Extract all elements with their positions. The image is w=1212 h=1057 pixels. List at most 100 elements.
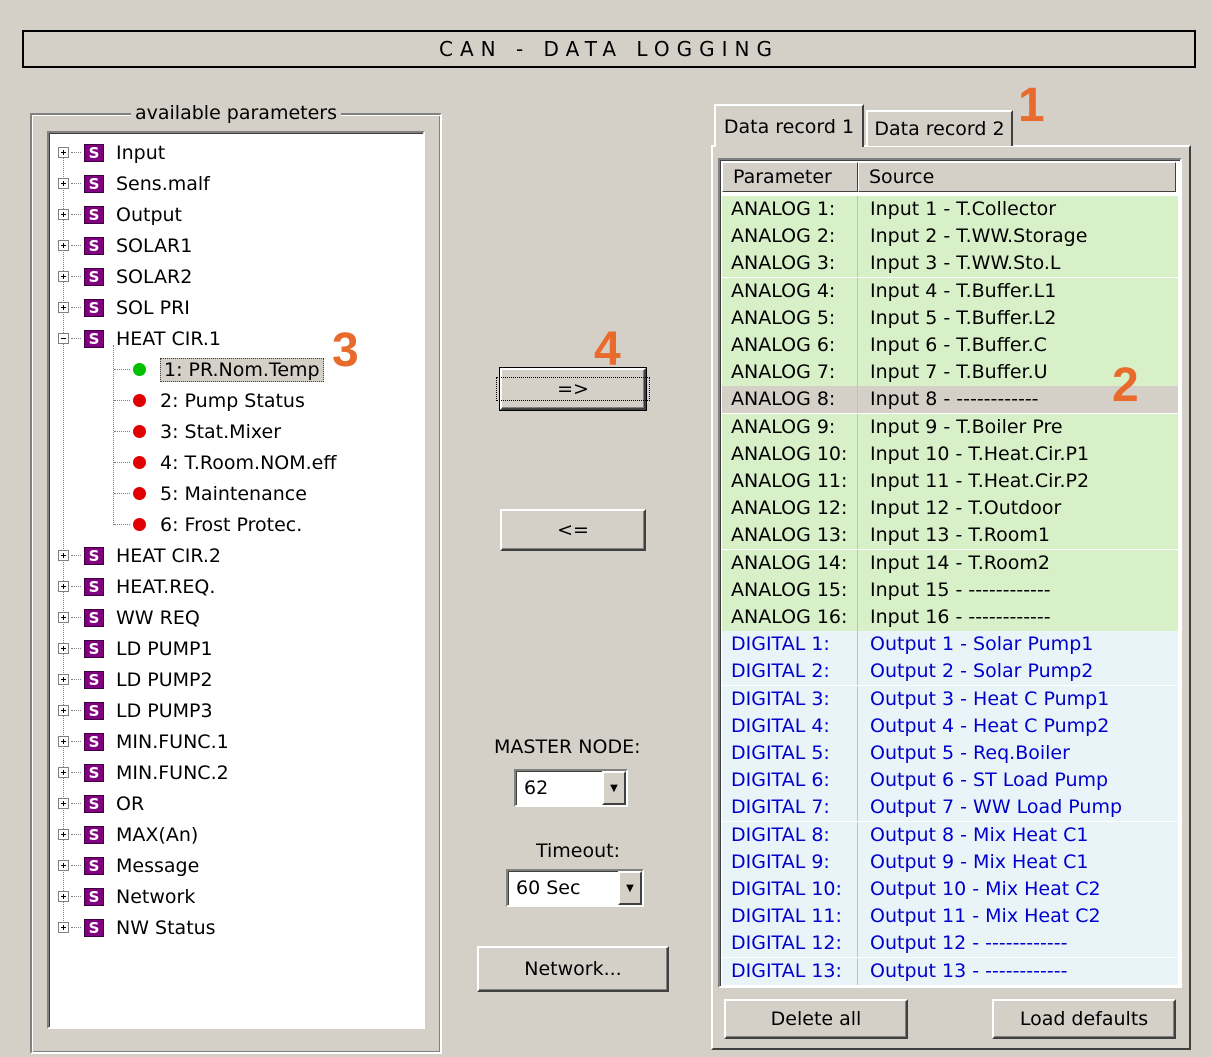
tree-node[interactable]: S SOLAR1 [58,230,192,261]
tree-node[interactable]: S LD PUMP2 [58,664,213,695]
list-row[interactable]: ANALOG 14: Input 14 - T.Room2 [722,549,1178,577]
expand-icon[interactable] [58,209,69,220]
list-row[interactable]: DIGITAL 4: Output 4 - Heat C Pump2 [722,712,1178,740]
expand-icon[interactable] [58,736,69,747]
load-defaults-button[interactable]: Load defaults [992,999,1176,1039]
list-row[interactable]: DIGITAL 10: Output 10 - Mix Heat C2 [722,876,1178,903]
tree-child-item[interactable]: 6: Frost Protec. [114,509,302,540]
tree-node[interactable]: S HEAT CIR.2 [58,540,221,571]
list-row[interactable]: ANALOG 3: Input 3 - T.WW.Sto.L [722,250,1178,278]
tab-data-record-2[interactable]: Data record 2 [866,110,1013,146]
tree-connector [114,369,130,370]
add-parameter-button[interactable]: => [496,367,650,411]
parameter-cell: ANALOG 1: [731,198,836,220]
tree-connector [71,307,81,308]
tree-node[interactable]: S SOLAR2 [58,261,192,292]
parameter-column: ANALOG 2: [722,223,858,251]
tree-node[interactable]: S Network [58,881,195,912]
list-row[interactable]: ANALOG 6: Input 6 - T.Buffer.C [722,332,1178,359]
tree-child-item[interactable]: 5: Maintenance [114,478,307,509]
expand-icon[interactable] [58,860,69,871]
list-row[interactable]: DIGITAL 1: Output 1 - Solar Pump1 [722,631,1178,659]
expand-icon[interactable] [58,240,69,251]
tree-node-label: HEAT.REQ. [116,575,216,598]
expand-icon[interactable] [58,178,69,189]
tree-child-item[interactable]: 1: PR.Nom.Temp [114,354,324,385]
tree-node[interactable]: S OR [58,788,144,819]
expand-icon[interactable] [58,767,69,778]
list-row[interactable]: ANALOG 5: Input 5 - T.Buffer.L2 [722,304,1178,332]
list-row[interactable]: ANALOG 16: Input 16 - ------------ [722,604,1178,631]
tree-node[interactable]: S MIN.FUNC.1 [58,726,229,757]
tree-node-label: MAX(An) [116,823,199,846]
tree-node[interactable]: S Output [58,199,182,230]
list-row[interactable]: ANALOG 11: Input 11 - T.Heat.Cir.P2 [722,468,1178,495]
list-row[interactable]: ANALOG 1: Input 1 - T.Collector [722,196,1178,223]
tree-child-item[interactable]: 3: Stat.Mixer [114,416,281,447]
tree-node[interactable]: S SOL PRI [58,292,190,323]
column-header-source[interactable]: Source [858,162,1176,192]
expand-icon[interactable] [58,147,69,158]
tree-node[interactable]: S WW REQ [58,602,200,633]
parameter-tree[interactable]: S Input S Sens.malf S Output S SOLAR1 S SOLAR2 S SO… [47,131,425,1029]
network-button[interactable]: Network... [477,946,669,992]
expand-icon[interactable] [58,612,69,623]
tree-node[interactable]: S MIN.FUNC.2 [58,757,229,788]
list-row[interactable]: ANALOG 9: Input 9 - T.Boiler Pre [722,413,1178,441]
list-row[interactable]: ANALOG 7: Input 7 - T.Buffer.U [722,359,1178,387]
data-record-list[interactable]: Parameter Source ANALOG 1: Input 1 - T.Co… [718,158,1182,988]
expand-icon[interactable] [58,271,69,282]
list-row[interactable]: ANALOG 2: Input 2 - T.WW.Storage [722,223,1178,251]
remove-parameter-button[interactable]: <= [500,509,646,551]
list-row[interactable]: DIGITAL 9: Output 9 - Mix Heat C1 [722,848,1178,876]
list-row[interactable]: ANALOG 10: Input 10 - T.Heat.Cir.P1 [722,440,1178,468]
list-row[interactable]: DIGITAL 7: Output 7 - WW Load Pump [722,794,1178,822]
list-row[interactable]: DIGITAL 13: Output 13 - ------------ [722,957,1178,985]
list-row[interactable]: DIGITAL 2: Output 2 - Solar Pump2 [722,658,1178,686]
master-node-select[interactable]: 62 ▼ [514,769,628,807]
list-row[interactable]: ANALOG 12: Input 12 - T.Outdoor [722,495,1178,523]
list-row[interactable]: DIGITAL 6: Output 6 - ST Load Pump [722,767,1178,795]
tree-child-item[interactable]: 2: Pump Status [114,385,305,416]
expand-icon[interactable] [58,705,69,716]
list-row[interactable]: DIGITAL 3: Output 3 - Heat C Pump1 [722,685,1178,713]
list-row[interactable]: DIGITAL 12: Output 12 - ------------ [722,930,1178,958]
expand-icon[interactable] [58,922,69,933]
list-row[interactable]: DIGITAL 5: Output 5 - Req.Boiler [722,740,1178,767]
collapse-icon[interactable] [58,333,69,344]
list-row[interactable]: DIGITAL 11: Output 11 - Mix Heat C2 [722,903,1178,931]
list-row[interactable]: ANALOG 8: Input 8 - ------------ [722,386,1178,414]
chevron-down-icon[interactable]: ▼ [602,771,626,805]
tree-node[interactable]: S NW Status [58,912,216,943]
tree-node[interactable]: S Sens.malf [58,168,210,199]
list-row[interactable]: ANALOG 13: Input 13 - T.Room1 [722,522,1178,550]
list-row[interactable]: ANALOG 4: Input 4 - T.Buffer.L1 [722,277,1178,305]
tree-node[interactable]: S HEAT CIR.1 [58,323,221,354]
expand-icon[interactable] [58,302,69,313]
list-row[interactable]: ANALOG 15: Input 15 - ------------ [722,576,1178,604]
tree-node[interactable]: S Input [58,137,165,168]
timeout-select[interactable]: 60 Sec ▼ [506,869,644,907]
tree-node[interactable]: S Message [58,850,199,881]
expand-icon[interactable] [58,550,69,561]
parameter-cell: ANALOG 3: [731,252,836,275]
parameter-cell: ANALOG 8: [731,388,836,411]
tab-data-record-1[interactable]: Data record 1 [714,104,864,147]
delete-all-button[interactable]: Delete all [724,999,908,1039]
tree-node[interactable]: S LD PUMP1 [58,633,213,664]
expand-icon[interactable] [58,581,69,592]
tree-node[interactable]: S MAX(An) [58,819,198,850]
expand-icon[interactable] [58,798,69,809]
tree-child-item[interactable]: 4: T.Room.NOM.eff [114,447,336,478]
column-header-parameter[interactable]: Parameter [722,162,858,192]
tree-node[interactable]: S LD PUMP3 [58,695,213,726]
tree-node-label: MIN.FUNC.1 [116,730,229,753]
list-row[interactable]: DIGITAL 8: Output 8 - Mix Heat C1 [722,821,1178,849]
expand-icon[interactable] [58,891,69,902]
chevron-down-icon[interactable]: ▼ [618,871,642,905]
tree-node[interactable]: S HEAT.REQ. [58,571,215,602]
expand-icon[interactable] [58,674,69,685]
expand-icon[interactable] [58,829,69,840]
expand-icon[interactable] [58,643,69,654]
parameter-group-icon: S [84,639,104,658]
